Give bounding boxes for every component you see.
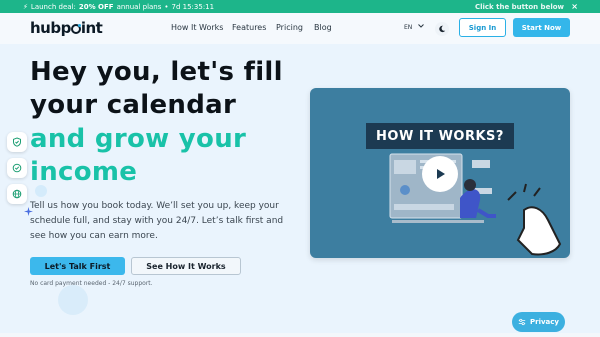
hero-headline-line1: Hey you, let's fill [30, 57, 283, 87]
site-header: hubp int How It Works Features Pricing Bl… [0, 13, 600, 44]
language-label: EN [404, 24, 413, 31]
promo-bar: ⚡ Launch deal: 20% OFF annual plans • 7d… [0, 0, 600, 13]
hero-note: No card payment needed - 24/7 support. [30, 280, 153, 287]
globe-icon [12, 189, 22, 199]
check-badge[interactable] [7, 158, 27, 178]
promo-cta-text: Click the button below [474, 2, 564, 11]
privacy-button[interactable]: Privacy [512, 312, 565, 332]
nav-how-it-works[interactable]: How It Works [171, 23, 223, 32]
hero-headline-line2: your calendar [30, 90, 237, 120]
promo-separator: • [164, 2, 169, 11]
page-bottom-strip [0, 333, 600, 337]
promo-text: ⚡ Launch deal: 20% OFF annual plans • 7d… [23, 3, 214, 11]
hero-headline-line3: and grow your [30, 124, 247, 154]
logo-text-end: int [80, 19, 103, 37]
play-button[interactable] [422, 156, 458, 192]
check-circle-icon [12, 163, 22, 173]
hero-headline-line4: income [30, 157, 138, 187]
promo-countdown: 7d 15:35:11 [171, 2, 215, 11]
nav-features[interactable]: Features [232, 23, 266, 32]
sliders-icon [518, 318, 526, 326]
promo-suffix: annual plans [116, 2, 162, 11]
see-how-it-works-button[interactable]: See How It Works [131, 257, 241, 275]
nav-pricing[interactable]: Pricing [276, 23, 303, 32]
theme-toggle[interactable] [435, 22, 449, 36]
bolt-icon: ⚡ [23, 2, 28, 11]
promo-discount: 20% OFF [78, 2, 114, 11]
language-selector[interactable]: EN [404, 24, 425, 31]
hero-subtitle: Tell us how you book today. We’ll set yo… [30, 201, 284, 241]
start-now-button[interactable]: Start Now [513, 18, 570, 37]
logo[interactable]: hubp int [30, 19, 103, 37]
decor-blob [58, 285, 88, 315]
privacy-label: Privacy [530, 318, 559, 326]
logo-text-start: hubp [30, 19, 71, 37]
close-icon[interactable]: × [571, 2, 578, 11]
nav-blog[interactable]: Blog [314, 23, 332, 32]
lets-talk-first-button[interactable]: Let's Talk First [30, 257, 125, 275]
sign-in-button[interactable]: Sign In [459, 18, 506, 37]
video-title: HOW IT WORKS? [366, 123, 514, 149]
globe-badge[interactable] [7, 184, 27, 204]
logo-o-icon [70, 24, 81, 34]
shield-icon [13, 137, 21, 147]
shield-badge[interactable] [7, 132, 27, 152]
video-player[interactable]: HOW IT WORKS? [310, 88, 570, 258]
promo-prefix: Launch deal: [30, 2, 76, 11]
chevron-down-icon [418, 24, 425, 28]
moon-icon [439, 25, 446, 33]
play-icon [437, 169, 445, 179]
